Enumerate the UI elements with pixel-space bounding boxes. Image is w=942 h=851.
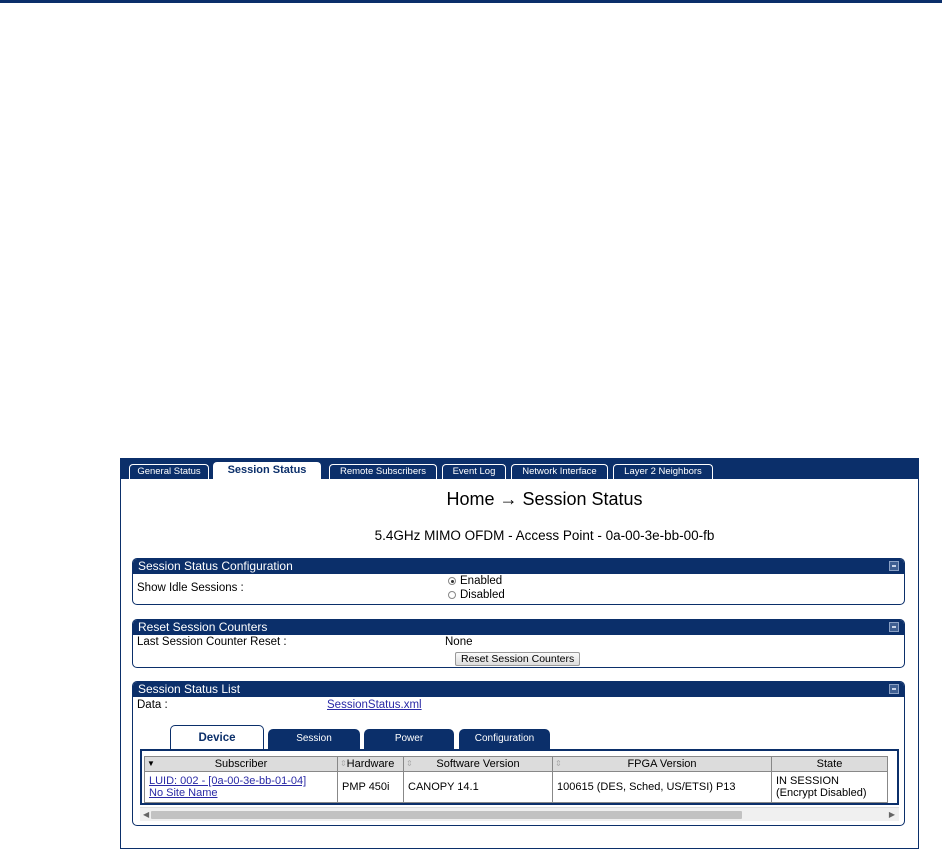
table-row: LUID: 002 - [0a-00-3e-bb-01-04] No Site … [144, 771, 888, 803]
session-config-header: Session Status Configuration [133, 559, 904, 574]
scrollbar-thumb[interactable] [151, 811, 742, 819]
radio-enabled[interactable]: Enabled [448, 575, 502, 587]
sort-icon: ⇕ [555, 759, 562, 768]
column-label: Hardware [346, 758, 395, 770]
session-config-title: Session Status Configuration [138, 559, 293, 573]
scroll-left-arrow-icon[interactable]: ◀ [143, 810, 149, 819]
last-reset-value: None [445, 636, 473, 648]
show-idle-label: Show Idle Sessions : [137, 582, 244, 594]
tab-layer2-neighbors[interactable]: Layer 2 Neighbors [613, 464, 713, 479]
radio-enabled-label: Enabled [460, 575, 503, 587]
data-label: Data : [137, 699, 168, 711]
tab-bar: General Status Session Status Remote Sub… [121, 459, 918, 479]
column-label: Subscriber [214, 758, 268, 770]
subtab-configuration[interactable]: Configuration [459, 729, 550, 749]
sort-icon: ⇕ [406, 759, 413, 768]
session-table-container: ▼ Subscriber ⇕ Hardware ⇕ Software Versi… [140, 749, 899, 805]
cell-state: IN SESSION (Encrypt Disabled) [771, 771, 888, 803]
last-reset-label: Last Session Counter Reset : [137, 636, 287, 648]
session-list-header: Session Status List [133, 682, 904, 697]
subtab-device[interactable]: Device [170, 725, 264, 750]
column-label: State [816, 758, 843, 770]
horizontal-scrollbar[interactable]: ◀ ▶ [140, 807, 899, 821]
cell-subscriber: LUID: 002 - [0a-00-3e-bb-01-04] No Site … [144, 771, 338, 803]
column-header-state[interactable]: State [771, 756, 888, 772]
column-header-software-version[interactable]: ⇕ Software Version [403, 756, 553, 772]
page-subtitle: 5.4GHz MIMO OFDM - Access Point - 0a-00-… [374, 528, 715, 543]
radio-disabled-icon[interactable] [448, 591, 456, 599]
tab-general-status[interactable]: General Status [129, 464, 209, 479]
tab-event-log[interactable]: Event Log [442, 464, 506, 479]
column-header-subscriber[interactable]: ▼ Subscriber [144, 756, 338, 772]
top-rule [0, 0, 942, 3]
tab-network-interface[interactable]: Network Interface [511, 464, 608, 479]
tab-remote-subscribers[interactable]: Remote Subscribers [329, 464, 437, 479]
reset-counters-button[interactable]: Reset Session Counters [455, 652, 581, 666]
collapse-icon[interactable] [889, 684, 899, 694]
table-header-row: ▼ Subscriber ⇕ Hardware ⇕ Software Versi… [144, 756, 888, 772]
session-list-title: Session Status List [138, 682, 241, 696]
cell-hardware: PMP 450i [337, 771, 404, 803]
session-config-panel: Session Status Configuration [132, 558, 905, 605]
tab-session-status[interactable]: Session Status [213, 462, 321, 479]
scroll-right-arrow-icon[interactable]: ▶ [889, 810, 895, 819]
page-title: Home → Session Status [446, 489, 643, 509]
subtab-session[interactable]: Session [268, 729, 360, 749]
collapse-icon[interactable] [889, 622, 899, 632]
session-table: ▼ Subscriber ⇕ Hardware ⇕ Software Versi… [144, 756, 888, 803]
sort-desc-icon: ▼ [147, 759, 155, 768]
column-header-hardware[interactable]: ⇕ Hardware [337, 756, 404, 772]
radio-disabled[interactable]: Disabled [448, 589, 505, 601]
site-name-link[interactable]: No Site Name [149, 787, 333, 799]
subscriber-link[interactable]: LUID: 002 - [0a-00-3e-bb-01-04] [149, 775, 333, 787]
cell-software-version: CANOPY 14.1 [403, 771, 553, 803]
sort-icon: ⇕ [340, 759, 347, 768]
subtab-power[interactable]: Power [364, 729, 454, 749]
column-header-fpga-version[interactable]: ⇕ FPGA Version [552, 756, 772, 772]
column-label: FPGA Version [627, 758, 697, 770]
session-status-xml-link[interactable]: SessionStatus.xml [327, 699, 422, 711]
cell-fpga-version: 100615 (DES, Sched, US/ETSI) P13 [552, 771, 772, 803]
reset-counters-header: Reset Session Counters [133, 620, 904, 635]
radio-disabled-label: Disabled [460, 589, 505, 601]
column-label: Software Version [436, 758, 520, 770]
reset-counters-title: Reset Session Counters [138, 620, 268, 634]
collapse-icon[interactable] [889, 561, 899, 571]
state-value: IN SESSION [776, 775, 839, 787]
state-detail: (Encrypt Disabled) [776, 787, 867, 799]
radio-enabled-icon[interactable] [448, 577, 456, 585]
